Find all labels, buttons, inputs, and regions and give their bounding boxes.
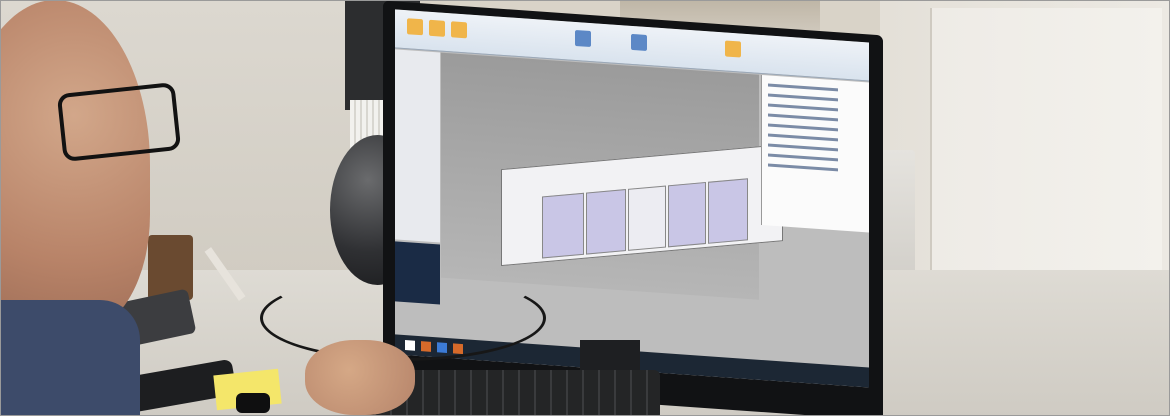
photo-scene bbox=[0, 0, 1170, 416]
image-border bbox=[0, 0, 1170, 416]
